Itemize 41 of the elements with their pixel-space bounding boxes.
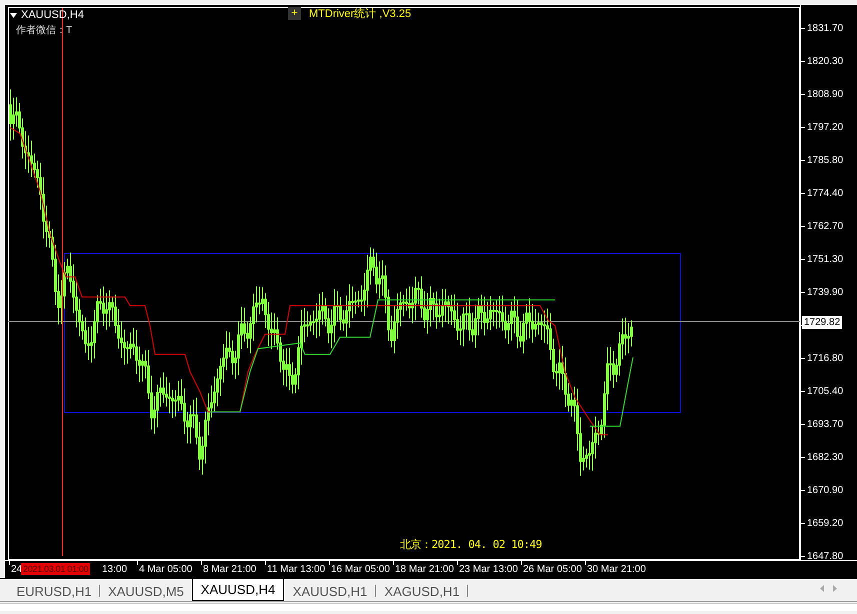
author-label: 作者微信：T bbox=[16, 24, 74, 37]
current-price-label: 1729.82 bbox=[802, 316, 842, 328]
scroll-left-icon[interactable] bbox=[820, 585, 824, 592]
price-label: 1739.90 bbox=[807, 286, 844, 298]
chart-tab[interactable]: EURUSD,H1 bbox=[8, 581, 100, 601]
time-label: 11 Mar 13:00 bbox=[267, 564, 326, 575]
time-label: 18 Mar 21:00 bbox=[395, 564, 454, 575]
price-label: 1682.30 bbox=[807, 452, 844, 462]
time-label: 8 Mar 21:00 bbox=[203, 564, 256, 575]
expand-button[interactable]: + bbox=[288, 7, 301, 20]
price-label: 1774.40 bbox=[807, 188, 844, 198]
indicator-title: MTDriver统计 ,V3.25 bbox=[309, 6, 412, 21]
price-label: 1831.70 bbox=[807, 22, 844, 34]
price-label: 1808.90 bbox=[807, 88, 844, 100]
crosshair-time-label: 2021.03.01 01:00 bbox=[21, 563, 90, 575]
scroll-right-icon[interactable] bbox=[833, 585, 837, 592]
trend-line bbox=[590, 356, 634, 427]
price-label: 1785.80 bbox=[807, 154, 844, 166]
price-label: 1716.80 bbox=[807, 352, 844, 364]
price-label: 1647.80 bbox=[807, 550, 844, 562]
time-label: 13:00 bbox=[102, 564, 128, 575]
price-label: 1762.70 bbox=[807, 220, 844, 232]
price-label: 1751.30 bbox=[807, 254, 844, 264]
chart-tab[interactable]: XAUUSD,H1 bbox=[284, 581, 376, 601]
clock-label: 北京：2021. 04. 02 10:49 bbox=[400, 537, 542, 552]
price-label: 1659.20 bbox=[807, 518, 844, 528]
time-label: 30 Mar 21:00 bbox=[587, 564, 646, 575]
price-label: 1820.30 bbox=[807, 56, 844, 66]
time-label: 26 Mar 05:00 bbox=[523, 564, 582, 575]
time-label: 23 Mar 13:00 bbox=[459, 564, 518, 575]
price-label: 1797.20 bbox=[807, 122, 844, 132]
chart-tab[interactable]: XAGUSD,H1 bbox=[376, 581, 468, 601]
dropdown-icon[interactable] bbox=[10, 12, 17, 18]
time-label: 24 bbox=[11, 564, 22, 575]
price-label: 1693.70 bbox=[807, 418, 844, 430]
time-label: 16 Mar 05:00 bbox=[331, 564, 390, 575]
price-label: 1705.40 bbox=[807, 386, 844, 396]
time-label: 4 Mar 05:00 bbox=[139, 564, 192, 575]
chart-tab[interactable]: XAUUSD,H4 bbox=[192, 579, 284, 601]
chart-tab[interactable]: XAUUSD,M5 bbox=[100, 581, 192, 601]
price-label: 1670.90 bbox=[807, 484, 844, 496]
